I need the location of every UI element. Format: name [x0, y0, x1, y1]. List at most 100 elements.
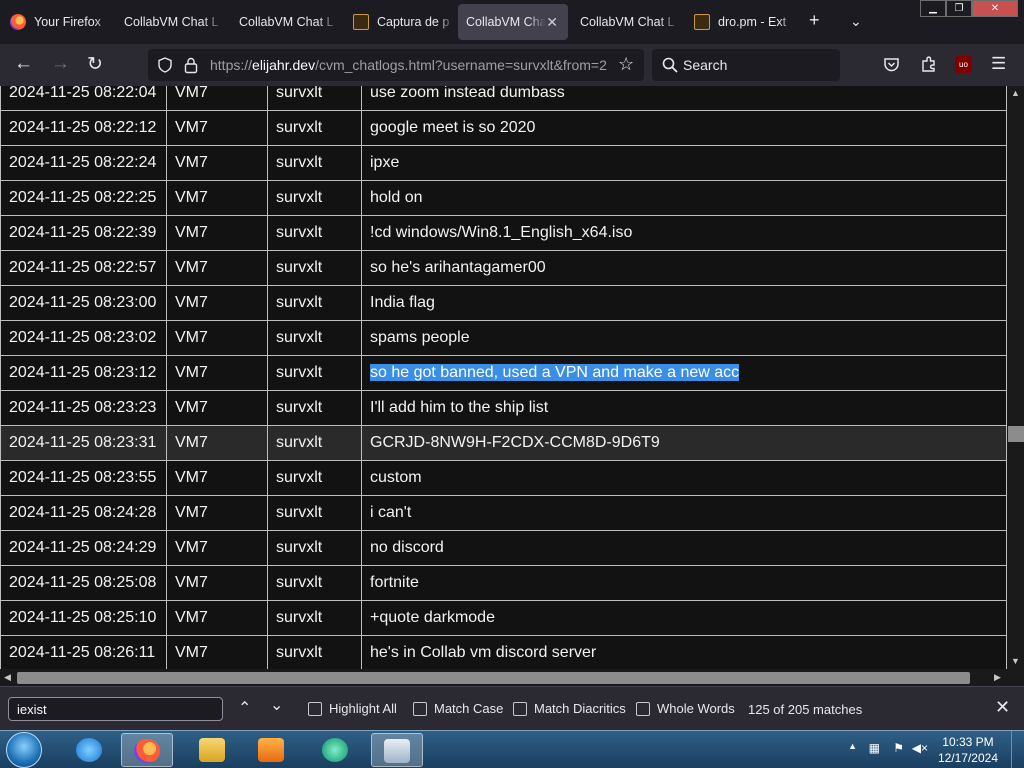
tab-label: CollabVM Chat L — [124, 15, 219, 29]
find-input[interactable] — [8, 697, 223, 721]
new-tab-button[interactable]: + — [809, 10, 820, 31]
username-cell: survxlt — [267, 565, 362, 601]
tab-your-firefox[interactable]: Your Firefox — [2, 4, 112, 40]
username-cell-text: survxlt — [276, 574, 323, 591]
taskbar-firefox[interactable] — [121, 733, 173, 767]
menu-icon[interactable]: ☰ — [991, 54, 1006, 74]
timestamp-cell: 2024-11-25 08:23:02 — [0, 320, 167, 356]
address-bar[interactable]: https://elijahr.dev/cvm_chatlogs.html?us… — [148, 49, 644, 81]
restore-icon[interactable]: ❐ — [946, 0, 972, 17]
vm-cell-text: VM7 — [175, 434, 208, 451]
back-icon[interactable]: ← — [14, 53, 33, 75]
vm-cell: VM7 — [166, 110, 268, 146]
message-cell: India flag — [361, 285, 1007, 321]
close-tab-icon[interactable]: ✕ — [546, 14, 558, 31]
match-case-checkbox[interactable]: Match Case — [413, 701, 503, 716]
username-cell: survxlt — [267, 215, 362, 251]
table-row: 2024-11-25 08:23:12 VM7 survxlt so he got b… — [0, 355, 1007, 391]
network-icon[interactable]: ▦ — [869, 741, 880, 755]
message-cell-text: I'll add him to the ship list — [370, 399, 549, 416]
vm-cell: VM7 — [166, 495, 268, 531]
taskbar-explorer[interactable] — [187, 733, 239, 767]
message-cell-text: GCRJD-8NW9H-F2CDX-CCM8D-9D6T9 — [370, 434, 660, 451]
message-cell-text: i can't — [370, 504, 412, 521]
timestamp-cell-text: 2024-11-25 08:22:04 — [9, 86, 157, 101]
checkbox-icon — [636, 701, 650, 716]
tab-dro-pm[interactable]: dro.pm - Ext — [686, 4, 796, 40]
media-player-icon — [258, 738, 284, 762]
search-box[interactable]: Search — [652, 49, 840, 81]
extensions-icon[interactable] — [920, 55, 938, 73]
scroll-left-icon[interactable]: ◀ — [4, 672, 11, 683]
pocket-icon[interactable] — [883, 56, 900, 73]
tab-collabvm-1[interactable]: CollabVM Chat L — [116, 4, 226, 40]
tab-collabvm-3[interactable]: CollabVM Chat L — [572, 4, 682, 40]
horizontal-scrollbar[interactable]: ◀ ▶ — [0, 669, 1024, 686]
username-cell: survxlt — [267, 145, 362, 181]
timestamp-cell: 2024-11-25 08:23:31 — [0, 425, 167, 461]
volume-muted-icon[interactable]: ◀× — [912, 741, 928, 755]
username-cell: survxlt — [267, 495, 362, 531]
list-all-tabs-icon[interactable]: ⌄ — [850, 13, 862, 30]
message-cell-text: India flag — [370, 294, 435, 311]
vertical-scrollbar[interactable]: ▲ ▼ — [1007, 86, 1024, 669]
timestamp-cell: 2024-11-25 08:24:29 — [0, 530, 167, 566]
taskbar-app[interactable] — [310, 733, 362, 767]
scroll-right-icon[interactable]: ▶ — [994, 672, 1001, 683]
find-match-count: 125 of 205 matches — [748, 702, 863, 717]
message-cell-text: !cd windows/Win8.1_English_x64.iso — [370, 224, 633, 241]
vm-cell-text: VM7 — [175, 609, 208, 626]
tab-captura[interactable]: Captura de p — [345, 4, 455, 40]
folder-icon — [199, 738, 225, 762]
reload-icon[interactable]: ↻ — [87, 53, 103, 76]
match-diacritics-checkbox[interactable]: Match Diacritics — [513, 701, 626, 716]
table-row: 2024-11-25 08:23:31 VM7 survxlt GCRJD-8NW9H… — [0, 425, 1007, 461]
chat-log-page: 2024-11-25 08:22:04 VM7 survxlt use zoom in… — [0, 86, 1007, 669]
table-row: 2024-11-25 08:24:28 VM7 survxlt i can't — [0, 495, 1007, 531]
bookmark-star-icon[interactable]: ☆ — [618, 54, 634, 75]
url-text[interactable]: https://elijahr.dev/cvm_chatlogs.html?us… — [210, 57, 607, 73]
taskbar-control-panel[interactable] — [371, 733, 423, 767]
url-prefix: https:// — [210, 57, 253, 73]
close-window-icon[interactable]: ✕ — [972, 0, 1018, 17]
minimize-icon[interactable]: ▁ — [920, 0, 946, 17]
clock[interactable]: 10:33 PM 12/17/2024 — [938, 734, 998, 766]
find-previous-icon[interactable]: ⌃ — [238, 698, 251, 718]
timestamp-cell-text: 2024-11-25 08:23:00 — [9, 294, 157, 311]
username-cell-text: survxlt — [276, 189, 323, 206]
vm-cell-text: VM7 — [175, 189, 208, 206]
show-desktop-button[interactable] — [1011, 731, 1024, 768]
ublock-origin-icon[interactable]: uo — [955, 56, 972, 73]
forward-icon[interactable]: → — [51, 53, 70, 75]
username-cell: survxlt — [267, 110, 362, 146]
start-button[interactable] — [6, 732, 42, 768]
message-cell-text: fortnite — [370, 574, 419, 591]
scroll-down-icon[interactable]: ▼ — [1011, 656, 1020, 666]
whole-words-checkbox[interactable]: Whole Words — [636, 701, 735, 716]
firefox-icon — [10, 14, 26, 30]
taskbar-internet-explorer[interactable] — [64, 733, 116, 767]
vm-cell-text: VM7 — [175, 399, 208, 416]
username-cell-text: survxlt — [276, 154, 323, 171]
tab-collabvm-2[interactable]: CollabVM Chat L — [231, 4, 341, 40]
tab-collabvm-active[interactable]: CollabVM Chat ✕ — [458, 4, 568, 40]
vertical-scroll-thumb[interactable] — [1008, 426, 1024, 442]
find-next-icon[interactable]: ⌄ — [270, 695, 283, 715]
action-center-flag-icon[interactable]: ⚑ — [893, 741, 904, 755]
shield-icon[interactable] — [157, 57, 173, 73]
vm-cell: VM7 — [166, 285, 268, 321]
show-hidden-icons-icon[interactable]: ▲ — [848, 741, 857, 751]
horizontal-scroll-thumb[interactable] — [17, 672, 970, 684]
url-path: /cvm_chatlogs.html?username=survxlt&from… — [315, 57, 607, 73]
username-cell-text: survxlt — [276, 434, 323, 451]
taskbar-media-player[interactable] — [246, 733, 298, 767]
close-find-bar-icon[interactable]: ✕ — [995, 697, 1010, 718]
scroll-up-icon[interactable]: ▲ — [1011, 88, 1020, 98]
timestamp-cell-text: 2024-11-25 08:22:57 — [9, 259, 157, 276]
message-cell-text: use zoom instead dumbass — [370, 86, 565, 101]
lock-icon[interactable] — [184, 56, 198, 74]
highlight-all-checkbox[interactable]: Highlight All — [308, 701, 397, 716]
search-icon — [662, 57, 678, 73]
windows-taskbar: ▲ ▦ ⚑ ◀× 10:33 PM 12/17/2024 — [0, 730, 1024, 768]
username-cell-text: survxlt — [276, 329, 323, 346]
